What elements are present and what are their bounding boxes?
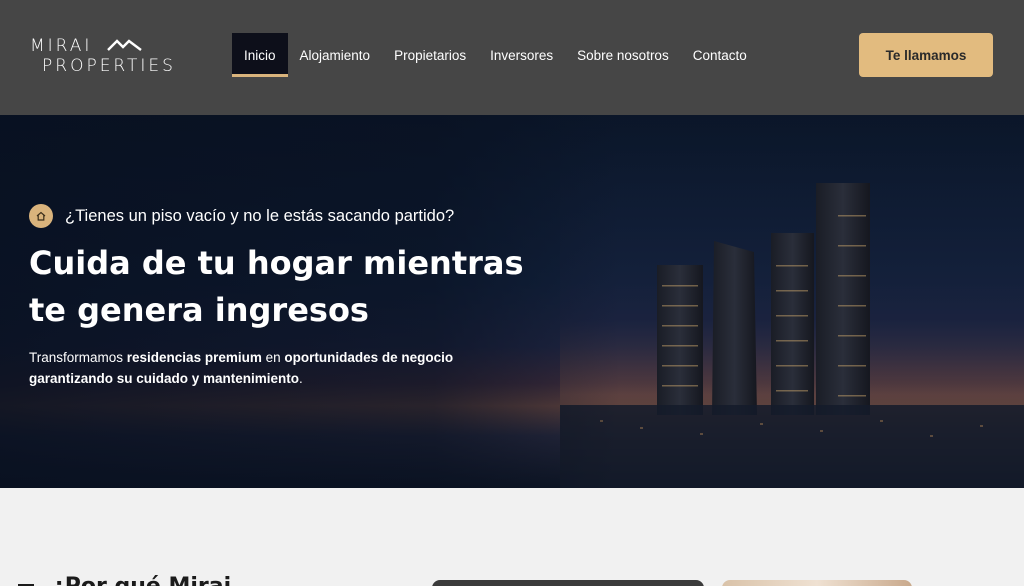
nav-item-propietarios[interactable]: Propietarios xyxy=(382,33,478,77)
hero-desc-part-1: Transformamos xyxy=(29,350,127,365)
hero-title-line-2: te genera ingresos xyxy=(29,291,369,329)
nav-item-inversores[interactable]: Inversores xyxy=(478,33,565,77)
nav-item-contacto[interactable]: Contacto xyxy=(681,33,759,77)
call-me-button[interactable]: Te llamamos xyxy=(859,33,993,77)
feature-card xyxy=(432,580,704,586)
hero-description: Transformamos residencias premium en opo… xyxy=(29,347,529,389)
hero-eyebrow: ¿Tienes un piso vacío y no le estás saca… xyxy=(29,204,454,228)
main-nav: Inicio Alojamiento Propietarios Inversor… xyxy=(232,33,759,77)
hero-banner: ¿Tienes un piso vacío y no le estás saca… xyxy=(0,115,1024,488)
nav-item-inicio[interactable]: Inicio xyxy=(232,33,288,77)
hero-eyebrow-text: ¿Tienes un piso vacío y no le estás saca… xyxy=(65,206,455,225)
hero-title: Cuida de tu hogar mientras te genera ing… xyxy=(29,240,549,334)
brand-logo[interactable]: MIRAI PROPERTIES xyxy=(30,36,200,78)
nav-item-alojamiento[interactable]: Alojamiento xyxy=(288,33,383,77)
why-mirai-section: ¿Por qué Mirai xyxy=(0,488,1024,586)
home-icon xyxy=(29,204,53,228)
nav-item-sobre-nosotros[interactable]: Sobre nosotros xyxy=(565,33,681,77)
mountain-logo-icon xyxy=(107,39,142,51)
hero-desc-bold-1: residencias premium xyxy=(126,350,262,365)
section-title: ¿Por qué Mirai xyxy=(52,574,231,586)
hero-title-line-1: Cuida de tu hogar mientras xyxy=(29,244,524,282)
site-header: MIRAI PROPERTIES Inicio Alojamiento Prop… xyxy=(0,0,1024,115)
hero-desc-part-3: . xyxy=(299,371,303,386)
logo-line-1: MIRAI xyxy=(30,36,93,56)
feature-photo xyxy=(722,580,912,586)
hero-desc-part-2: en xyxy=(261,350,285,365)
logo-line-2: PROPERTIES xyxy=(42,56,176,76)
